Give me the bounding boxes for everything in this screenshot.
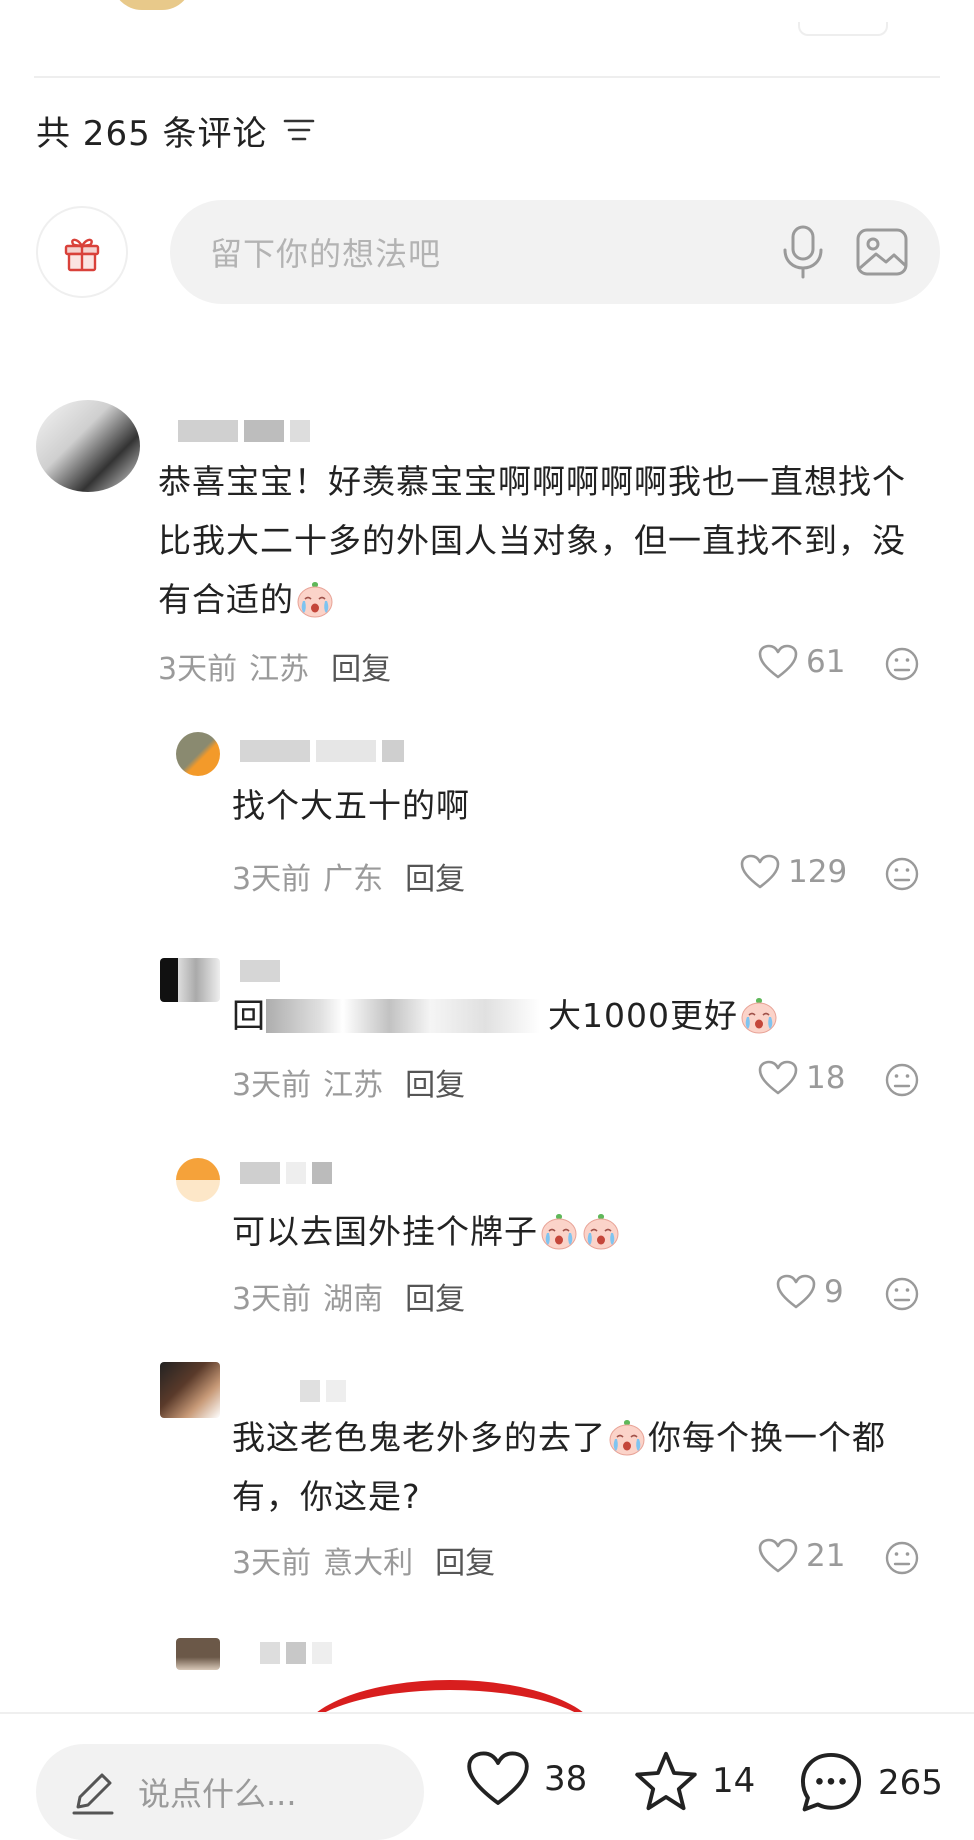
reply-button[interactable]: 回复: [405, 854, 465, 898]
emoji-crying-icon: [581, 1211, 621, 1251]
author-avatar-edge: [112, 0, 192, 10]
username-blurred: [178, 420, 310, 442]
meh-face-icon[interactable]: [884, 1276, 920, 1312]
heart-icon: [758, 1538, 798, 1574]
reply-item: 我这老色鬼老外多的去了 你每个换一个都有，你这是? 3天前 意大利 回复 21: [0, 1362, 974, 1602]
like-button[interactable]: 61: [758, 644, 845, 680]
like-button[interactable]: 18: [758, 1060, 845, 1096]
comment-location: 意大利: [323, 1546, 414, 1581]
like-count: 61: [806, 644, 846, 680]
like-count: 9: [824, 1274, 844, 1310]
comment-meta: 3天前 江苏 回复: [232, 1060, 465, 1104]
like-button[interactable]: 9: [776, 1274, 844, 1310]
gift-icon: [64, 238, 100, 272]
meh-face-icon[interactable]: [884, 646, 920, 682]
comment-text: 恭喜宝宝！好羡慕宝宝啊啊啊啊啊我也一直想找个比我大二十多的外国人当对象，但一直找…: [158, 462, 906, 619]
comment-location: 江苏: [323, 1068, 384, 1103]
avatar[interactable]: [176, 732, 220, 776]
reply-button[interactable]: 回复: [331, 644, 391, 688]
avatar[interactable]: [160, 958, 220, 1002]
username-blurred: [240, 740, 404, 762]
comment-meta: 3天前 江苏 回复: [158, 644, 391, 688]
reply-text: 可以去国外挂个牌子: [232, 1202, 932, 1261]
username-blurred: [240, 960, 280, 982]
reply-text: 我这老色鬼老外多的去了 你每个换一个都有，你这是?: [232, 1417, 886, 1516]
reply-item: 找个大五十的啊 3天前 广东 回复 129: [0, 732, 974, 902]
mention-blurred[interactable]: [266, 999, 540, 1033]
star-icon: [635, 1751, 697, 1811]
comment-item: 恭喜宝宝！好羡慕宝宝啊啊啊啊啊我也一直想找个比我大二十多的外国人当对象，但一直找…: [0, 400, 974, 700]
comments-button[interactable]: 265: [798, 1750, 943, 1816]
comment-meta: 3天前 广东 回复: [232, 854, 465, 898]
comment-time: 3天前: [232, 862, 312, 897]
avatar[interactable]: [176, 1638, 220, 1670]
like-post-button[interactable]: 38: [466, 1750, 587, 1808]
username-blurred: [240, 1162, 332, 1184]
emoji-crying-icon: [739, 995, 779, 1035]
post-like-count: 38: [544, 1759, 588, 1799]
reply-text: 找个大五十的啊: [232, 786, 470, 825]
comment-time: 3天前: [232, 1282, 312, 1317]
meh-face-icon[interactable]: [884, 1062, 920, 1098]
reply-prefix: 回: [232, 996, 266, 1035]
heart-icon: [758, 1060, 798, 1096]
pencil-icon: [72, 1773, 114, 1815]
follow-button-edge: [798, 22, 888, 36]
meh-face-icon[interactable]: [884, 1540, 920, 1576]
comment-count-label: 共 265 条评论: [36, 113, 268, 154]
comment-time: 3天前: [232, 1546, 312, 1581]
like-count: 18: [806, 1060, 846, 1096]
reply-text: 回大1000更好: [232, 986, 972, 1045]
chat-bubble-icon: [800, 1752, 862, 1812]
comment-input[interactable]: 留下你的想法吧: [170, 200, 940, 304]
gift-button[interactable]: [36, 206, 128, 298]
avatar[interactable]: [176, 1158, 220, 1202]
section-divider: [34, 76, 940, 78]
heart-icon: [758, 644, 798, 680]
like-button[interactable]: 129: [740, 854, 847, 890]
emoji-crying-icon: [539, 1211, 579, 1251]
meh-face-icon[interactable]: [884, 856, 920, 892]
comment-location: 江苏: [249, 652, 310, 687]
heart-icon: [467, 1751, 529, 1805]
username-blurred: [260, 1642, 332, 1664]
comment-location: 广东: [323, 862, 384, 897]
like-count: 21: [806, 1538, 846, 1574]
reply-button[interactable]: 回复: [435, 1538, 495, 1582]
avatar[interactable]: [160, 1362, 220, 1418]
reply-item-partial: [0, 1638, 974, 1678]
reply-button[interactable]: 回复: [405, 1274, 465, 1318]
favorite-button[interactable]: 14: [634, 1750, 755, 1812]
emoji-crying-icon: [607, 1417, 647, 1457]
comment-total: 265: [878, 1763, 943, 1803]
avatar[interactable]: [36, 400, 140, 492]
username-blurred: [300, 1380, 346, 1402]
comment-input-placeholder: 留下你的想法吧: [210, 235, 442, 273]
previous-section-edge: [0, 0, 974, 36]
comment-time: 3天前: [232, 1068, 312, 1103]
sort-icon[interactable]: [282, 115, 316, 145]
like-count: 129: [788, 854, 848, 890]
reply-button[interactable]: 回复: [405, 1060, 465, 1104]
mic-icon[interactable]: [778, 224, 828, 280]
bottom-comment-input[interactable]: 说点什么...: [36, 1744, 424, 1840]
heart-icon: [776, 1274, 816, 1310]
image-icon[interactable]: [854, 224, 910, 280]
comment-count-row: 共 265 条评论: [36, 105, 316, 155]
comment-meta: 3天前 湖南 回复: [232, 1274, 465, 1318]
comment-time: 3天前: [158, 652, 238, 687]
favorite-count: 14: [712, 1761, 756, 1801]
like-button[interactable]: 21: [758, 1538, 845, 1574]
reply-item: 回大1000更好 3天前 江苏 回复 18: [0, 958, 974, 1118]
heart-icon: [740, 854, 780, 890]
comment-location: 湖南: [323, 1282, 384, 1317]
comment-meta: 3天前 意大利 回复: [232, 1538, 495, 1582]
reply-item: 可以去国外挂个牌子 3天前 湖南 回复 9: [0, 1158, 974, 1328]
bottom-input-placeholder: 说点什么...: [138, 1775, 297, 1813]
emoji-crying-icon: [295, 579, 335, 619]
bottom-action-bar: 说点什么... 38 14 265: [0, 1712, 974, 1840]
